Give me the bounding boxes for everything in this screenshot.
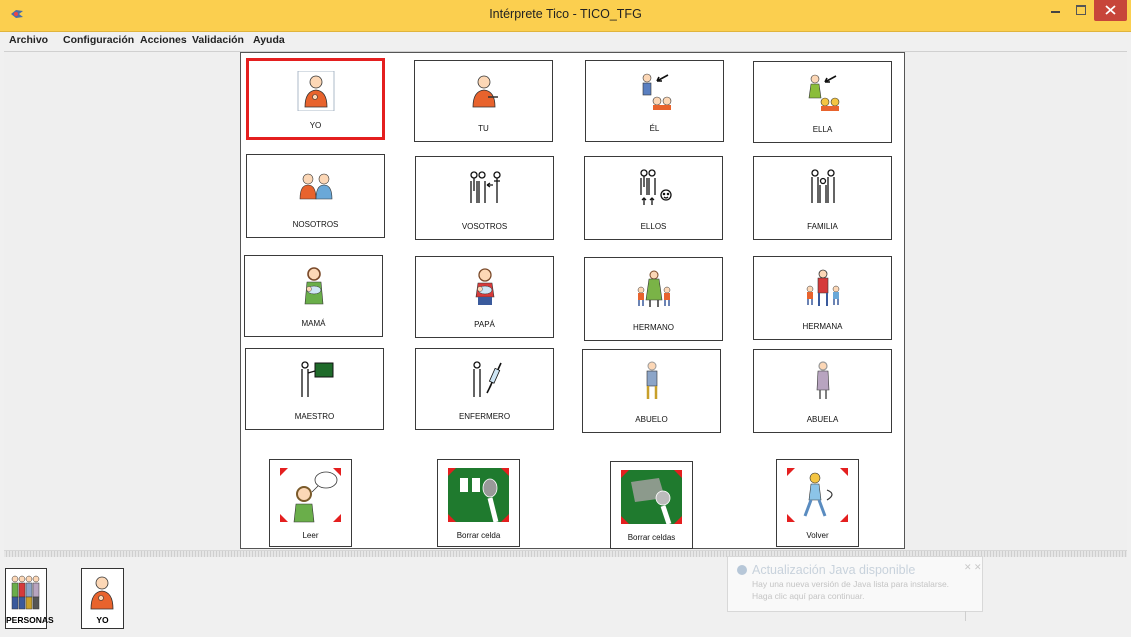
person-self-icon <box>90 576 114 610</box>
close-button[interactable] <box>1094 0 1127 21</box>
father-icon <box>475 268 494 305</box>
read-aloud-icon <box>280 468 341 523</box>
board-panel: YO TU ÉL ELLA NOSOTROS VOSOTROS ELLOS FA… <box>240 52 905 549</box>
maximize-button[interactable] <box>1068 0 1094 21</box>
cell-familia[interactable]: FAMILIA <box>753 156 892 240</box>
title-bar[interactable]: Intérprete Tico - TICO_TFG <box>0 0 1131 32</box>
cell-label: ABUELO <box>635 415 668 424</box>
menu-bar: Archivo Configuración Acciones Validació… <box>0 32 1131 49</box>
action-borrar-celda[interactable]: Borrar celda <box>437 459 520 547</box>
action-volver[interactable]: Volver <box>776 459 859 547</box>
family-icon <box>810 169 835 203</box>
cell-label: VOSOTROS <box>461 222 508 231</box>
action-label: Leer <box>302 531 319 540</box>
menu-validacion[interactable]: Validación <box>192 34 244 46</box>
cell-label: ENFERMERO <box>458 412 511 421</box>
menu-configuracion[interactable]: Configuración <box>63 34 134 46</box>
person-she-icon <box>808 74 839 111</box>
cell-label: ELLA <box>812 125 833 134</box>
cell-yo[interactable]: YO <box>246 58 385 140</box>
cell-vosotros[interactable]: VOSOTROS <box>415 156 554 240</box>
minimize-button[interactable] <box>1042 0 1068 21</box>
people-we-icon <box>299 173 332 200</box>
history-item-yo[interactable]: YO <box>81 568 124 629</box>
teacher-icon <box>300 361 333 397</box>
menu-ayuda[interactable]: Ayuda <box>253 34 285 46</box>
history-label: YO <box>96 615 109 625</box>
cell-label: NOSOTROS <box>292 220 339 229</box>
cell-ella[interactable]: ELLA <box>753 61 892 143</box>
notification-line-2: Haga clic aquí para continuar. <box>752 591 865 601</box>
cell-hermano[interactable]: HERMANO <box>584 257 723 341</box>
grandfather-icon <box>646 361 657 399</box>
cell-nosotros[interactable]: NOSOTROS <box>246 154 385 238</box>
notification-pointer <box>965 611 966 621</box>
delete-cell-icon <box>448 468 509 523</box>
cell-label: MAESTRO <box>294 412 335 421</box>
cell-ellos[interactable]: ELLOS <box>584 156 723 240</box>
action-borrar-celdas[interactable]: Borrar celdas <box>610 461 693 549</box>
cell-maestro[interactable]: MAESTRO <box>245 348 384 430</box>
action-label: Borrar celdas <box>627 533 676 542</box>
brother-icon <box>637 270 670 307</box>
action-label: Volver <box>806 531 829 540</box>
grandmother-icon <box>816 361 829 399</box>
menu-archivo[interactable]: Archivo <box>9 34 48 46</box>
cell-label: FAMILIA <box>807 222 838 231</box>
action-leer[interactable]: Leer <box>269 459 352 547</box>
people-you-plural-icon <box>469 171 501 203</box>
history-label: PERSONAS <box>6 615 54 625</box>
info-icon <box>737 565 747 575</box>
history-item-personas[interactable]: PERSONAS <box>5 568 54 629</box>
cell-label: PAPÁ <box>474 320 495 329</box>
cell-label: TU <box>478 124 489 133</box>
cell-label: MAMÁ <box>301 319 326 328</box>
cell-label: HERMANA <box>802 322 843 331</box>
cell-abuelo[interactable]: ABUELO <box>582 349 721 433</box>
cell-tu[interactable]: TU <box>414 60 553 142</box>
notification-title: Actualización Java disponible <box>752 563 916 577</box>
menu-acciones[interactable]: Acciones <box>140 34 187 46</box>
delete-cells-icon <box>621 470 682 525</box>
cell-enfermero[interactable]: ENFERMERO <box>415 348 554 430</box>
cell-label: ABUELA <box>806 415 839 424</box>
window-title: Intérprete Tico - TICO_TFG <box>489 7 642 21</box>
cell-hermana[interactable]: HERMANA <box>753 256 892 340</box>
people-group-icon <box>11 575 40 610</box>
notification-close-icon[interactable]: ✕ ✕ <box>964 562 982 573</box>
person-self-icon <box>297 71 334 111</box>
person-he-icon <box>642 73 671 110</box>
java-update-notification[interactable]: Actualización Java disponible ✕ ✕ Hay un… <box>727 556 983 612</box>
person-you-icon <box>472 75 498 108</box>
cell-label: ÉL <box>649 124 660 133</box>
cell-label: YO <box>309 121 322 130</box>
mother-icon <box>304 267 323 305</box>
cell-el[interactable]: ÉL <box>585 60 724 142</box>
people-they-icon <box>639 169 672 205</box>
go-back-icon <box>787 468 848 522</box>
close-icon <box>1105 5 1116 15</box>
sister-icon <box>806 269 839 306</box>
cell-papa[interactable]: PAPÁ <box>415 256 554 338</box>
cell-label: HERMANO <box>633 323 674 332</box>
cell-mama[interactable]: MAMÁ <box>244 255 383 337</box>
cell-abuela[interactable]: ABUELA <box>753 349 892 433</box>
notification-line-1: Hay una nueva versión de Java lista para… <box>752 579 950 589</box>
cell-label: ELLOS <box>640 222 667 231</box>
action-label: Borrar celda <box>456 531 501 540</box>
nurse-icon <box>472 361 502 397</box>
